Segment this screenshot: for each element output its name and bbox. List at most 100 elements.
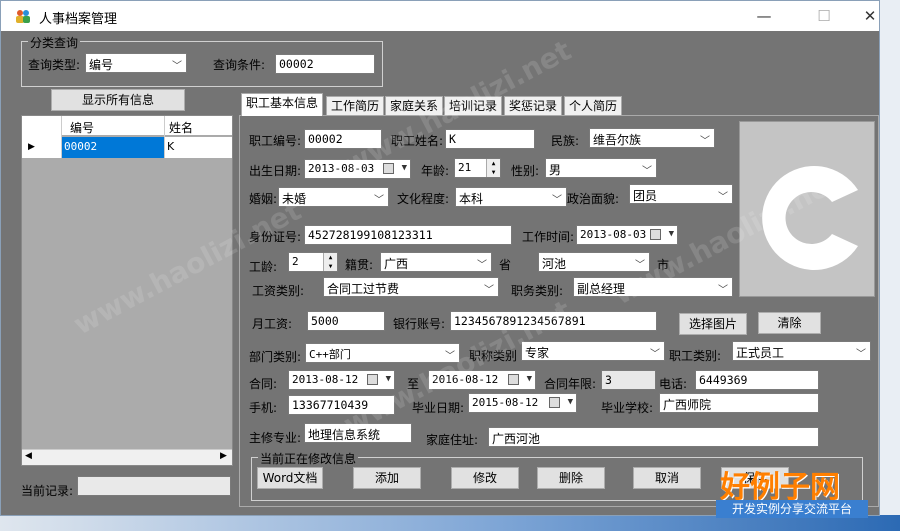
sex-select[interactable]: 男 ﹀ xyxy=(545,158,657,178)
contract-from-datepicker[interactable]: 2013-08-12 ▼ xyxy=(288,370,395,390)
edu-label: 文化程度: xyxy=(397,192,450,206)
province-select[interactable]: 广西 ﹀ xyxy=(380,252,492,272)
delete-button[interactable]: 删除 xyxy=(537,467,605,489)
tab-rewards[interactable]: 奖惩记录 xyxy=(504,96,563,116)
edu-value: 本科 xyxy=(459,192,484,206)
duty-label: 职务类别: xyxy=(511,284,564,298)
background-desktop xyxy=(880,0,900,531)
grid-cell-id[interactable]: 00002 xyxy=(62,137,164,158)
chevron-down-icon: ﹀ xyxy=(172,61,182,72)
monthly-input[interactable]: 5000 xyxy=(307,311,385,331)
window-title: 人事档案管理 xyxy=(39,12,118,27)
search-group-title: 分类查询 xyxy=(28,34,81,51)
spin-updown-icon[interactable]: ▲ ▼ xyxy=(486,159,500,177)
school-input[interactable]: 广西师院 xyxy=(659,393,819,413)
id-input[interactable]: 452728199108123311 xyxy=(304,225,512,245)
title-select[interactable]: 专家 ﹀ xyxy=(521,341,665,361)
duty-select[interactable]: 副总经理 ﹀ xyxy=(573,277,733,297)
tab-work-history[interactable]: 工作简历 xyxy=(326,96,385,116)
ethnic-label: 民族: xyxy=(551,134,580,148)
emp-type-select[interactable]: 正式员工 ﹀ xyxy=(732,341,871,361)
calendar-icon[interactable] xyxy=(650,229,661,240)
seniority-stepper[interactable]: 2 ▲ ▼ xyxy=(288,252,338,272)
brand-slogan: 开发实例分享交流平台 xyxy=(716,500,868,518)
pick-photo-button[interactable]: 选择图片 xyxy=(679,313,747,335)
emp-no-input[interactable]: 00002 xyxy=(304,129,382,149)
birth-datepicker[interactable]: 2013-08-03 ▼ xyxy=(304,159,411,179)
address-label: 家庭住址: xyxy=(426,433,479,447)
horizontal-scrollbar[interactable]: ◀ ▶ xyxy=(22,449,232,465)
tab-family[interactable]: 家庭关系 xyxy=(385,96,444,116)
city-select[interactable]: 河池 ﹀ xyxy=(538,252,650,272)
age-label: 年龄: xyxy=(421,164,450,178)
chevron-down-icon: ﹀ xyxy=(484,285,494,296)
calendar-icon[interactable] xyxy=(508,374,519,385)
chevron-down-icon: ﹀ xyxy=(445,351,455,362)
close-button[interactable]: ✕ xyxy=(847,5,893,27)
ethnic-value: 维吾尔族 xyxy=(593,133,642,147)
cancel-button[interactable]: 取消 xyxy=(633,467,701,489)
modify-button[interactable]: 修改 xyxy=(451,467,519,489)
chevron-down-icon: ﹀ xyxy=(718,192,728,203)
emp-name-input[interactable]: K xyxy=(445,129,535,149)
spin-updown-icon[interactable]: ▲ ▼ xyxy=(323,253,337,271)
grid-col-name[interactable]: 姓名 xyxy=(169,119,193,136)
mobile-input[interactable]: 13367710439 xyxy=(288,395,395,415)
title-value: 专家 xyxy=(525,346,550,360)
dropdown-arrow-icon[interactable]: ▼ xyxy=(386,374,391,384)
scroll-left-icon[interactable]: ◀ xyxy=(25,451,32,461)
calendar-icon[interactable] xyxy=(367,374,378,385)
dropdown-arrow-icon[interactable]: ▼ xyxy=(402,163,407,173)
salary-type-select[interactable]: 合同工过节费 ﹀ xyxy=(323,277,499,297)
politics-select[interactable]: 团员 ﹀ xyxy=(629,184,733,204)
grad-date-datepicker[interactable]: 2015-08-12 ▼ xyxy=(468,393,577,413)
tab-basic-info[interactable]: 职工基本信息 xyxy=(241,93,324,116)
title-bar: 人事档案管理 — ☐ ✕ xyxy=(1,1,879,31)
work-time-datepicker[interactable]: 2013-08-03 ▼ xyxy=(576,225,678,245)
grid-col-id[interactable]: 编号 xyxy=(70,119,94,136)
duty-value: 副总经理 xyxy=(577,282,626,296)
bank-input[interactable]: 1234567891234567891 xyxy=(450,311,657,331)
grid-cell-name[interactable]: K xyxy=(165,137,232,158)
logo-c-icon xyxy=(740,122,874,296)
clear-photo-button[interactable]: 清除 xyxy=(758,312,821,334)
main-window: 人事档案管理 — ☐ ✕ 分类查询 查询类型: 编号 ﹀ 查询条件: 00002 … xyxy=(0,0,880,516)
query-condition-input[interactable]: 00002 xyxy=(275,54,375,74)
scroll-right-icon[interactable]: ▶ xyxy=(220,451,227,461)
sex-label: 性别: xyxy=(511,164,540,178)
bank-label: 银行账号: xyxy=(393,317,446,331)
query-type-label: 查询类型: xyxy=(28,58,81,72)
phone-input[interactable]: 6449369 xyxy=(695,370,819,390)
province-value: 广西 xyxy=(384,257,409,271)
mobile-label: 手机: xyxy=(249,401,278,415)
age-stepper[interactable]: 21 ▲ ▼ xyxy=(454,158,501,178)
query-type-select[interactable]: 编号 ﹀ xyxy=(85,53,187,73)
sex-value: 男 xyxy=(549,163,562,177)
grad-date-label: 毕业日期: xyxy=(412,401,465,415)
city-value: 河池 xyxy=(542,257,567,271)
address-input[interactable]: 广西河池 xyxy=(488,427,819,447)
contract-to-datepicker[interactable]: 2016-08-12 ▼ xyxy=(428,370,536,390)
dropdown-arrow-icon[interactable]: ▼ xyxy=(669,229,674,239)
calendar-icon[interactable] xyxy=(549,397,560,408)
word-doc-button[interactable]: Word文档 xyxy=(257,467,323,489)
records-grid[interactable]: 编号 姓名 ▶ 00002 K ◀ ▶ xyxy=(21,115,233,466)
edu-select[interactable]: 本科 ﹀ xyxy=(455,187,567,207)
major-input[interactable]: 地理信息系统 xyxy=(304,423,412,443)
tab-training[interactable]: 培训记录 xyxy=(444,96,503,116)
add-button[interactable]: 添加 xyxy=(353,467,421,489)
show-all-button[interactable]: 显示所有信息 xyxy=(51,89,185,111)
row-pointer-icon: ▶ xyxy=(28,142,35,152)
ethnic-select[interactable]: 维吾尔族 ﹀ xyxy=(589,128,715,148)
monthly-label: 月工资: xyxy=(252,317,293,331)
calendar-icon[interactable] xyxy=(383,163,394,174)
marriage-select[interactable]: 未婚 ﹀ xyxy=(278,187,389,207)
tab-resume[interactable]: 个人简历 xyxy=(564,96,623,116)
dept-select[interactable]: C++部门 ﹀ xyxy=(305,343,460,363)
dept-label: 部门类别: xyxy=(249,350,302,364)
to-label: 至 xyxy=(407,377,420,391)
dropdown-arrow-icon[interactable]: ▼ xyxy=(568,397,573,407)
minimize-button[interactable]: — xyxy=(741,5,787,27)
maximize-button[interactable]: ☐ xyxy=(801,5,847,27)
dropdown-arrow-icon[interactable]: ▼ xyxy=(527,374,532,384)
